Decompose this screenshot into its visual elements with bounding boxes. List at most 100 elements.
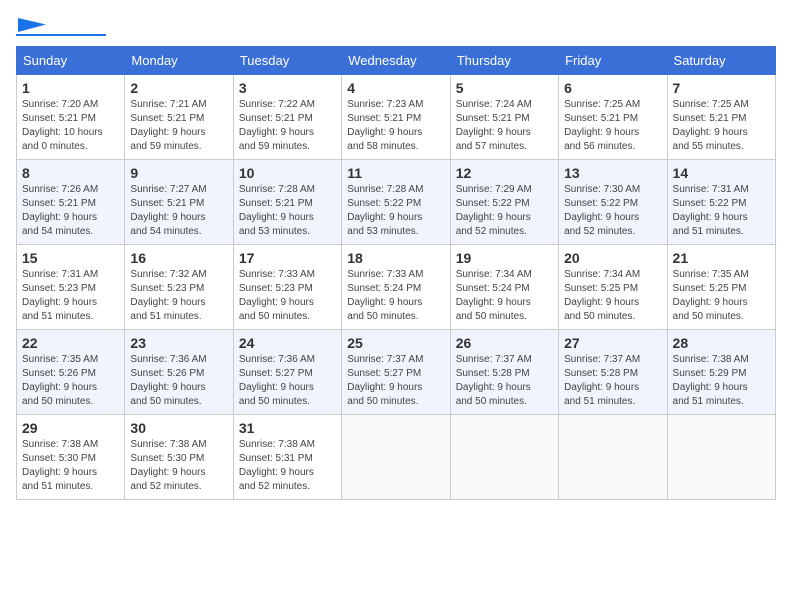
day-info: Sunrise: 7:29 AM Sunset: 5:22 PM Dayligh… (456, 183, 553, 239)
calendar-cell: 9 Sunrise: 7:27 AM Sunset: 5:21 PM Daylig… (125, 160, 233, 245)
calendar-cell (450, 415, 558, 500)
calendar-cell: 3 Sunrise: 7:22 AM Sunset: 5:21 PM Daylig… (233, 75, 341, 160)
calendar-cell: 2 Sunrise: 7:21 AM Sunset: 5:21 PM Daylig… (125, 75, 233, 160)
day-info: Sunrise: 7:36 AM Sunset: 5:27 PM Dayligh… (239, 353, 336, 409)
calendar-cell: 10 Sunrise: 7:28 AM Sunset: 5:21 PM Dayli… (233, 160, 341, 245)
day-number: 3 (239, 80, 336, 96)
day-info: Sunrise: 7:27 AM Sunset: 5:21 PM Dayligh… (130, 183, 227, 239)
day-number: 5 (456, 80, 553, 96)
day-info: Sunrise: 7:36 AM Sunset: 5:26 PM Dayligh… (130, 353, 227, 409)
day-number: 1 (22, 80, 119, 96)
day-number: 20 (564, 250, 661, 266)
day-number: 18 (347, 250, 444, 266)
weekday-header-wednesday: Wednesday (342, 47, 450, 75)
day-number: 11 (347, 165, 444, 181)
day-info: Sunrise: 7:35 AM Sunset: 5:25 PM Dayligh… (673, 268, 770, 324)
calendar-cell (667, 415, 775, 500)
calendar-cell: 28 Sunrise: 7:38 AM Sunset: 5:29 PM Dayli… (667, 330, 775, 415)
calendar-cell: 29 Sunrise: 7:38 AM Sunset: 5:30 PM Dayli… (17, 415, 125, 500)
calendar-cell: 13 Sunrise: 7:30 AM Sunset: 5:22 PM Dayli… (559, 160, 667, 245)
calendar-cell: 14 Sunrise: 7:31 AM Sunset: 5:22 PM Dayli… (667, 160, 775, 245)
day-number: 2 (130, 80, 227, 96)
day-number: 16 (130, 250, 227, 266)
day-info: Sunrise: 7:28 AM Sunset: 5:22 PM Dayligh… (347, 183, 444, 239)
calendar-cell: 30 Sunrise: 7:38 AM Sunset: 5:30 PM Dayli… (125, 415, 233, 500)
day-number: 27 (564, 335, 661, 351)
calendar-cell: 26 Sunrise: 7:37 AM Sunset: 5:28 PM Dayli… (450, 330, 558, 415)
calendar-cell: 15Sunrise: 7:31 AM Sunset: 5:23 PM Dayli… (17, 245, 125, 330)
calendar-cell: 17Sunrise: 7:33 AM Sunset: 5:23 PM Dayli… (233, 245, 341, 330)
day-info: Sunrise: 7:35 AM Sunset: 5:26 PM Dayligh… (22, 353, 119, 409)
day-info: Sunrise: 7:38 AM Sunset: 5:30 PM Dayligh… (130, 438, 227, 494)
calendar-cell: 8Sunrise: 7:26 AM Sunset: 5:21 PM Daylig… (17, 160, 125, 245)
calendar-cell: 27 Sunrise: 7:37 AM Sunset: 5:28 PM Dayli… (559, 330, 667, 415)
logo (16, 16, 106, 36)
day-number: 15 (22, 250, 119, 266)
day-info: Sunrise: 7:25 AM Sunset: 5:21 PM Dayligh… (673, 98, 770, 154)
day-number: 29 (22, 420, 119, 436)
day-info: Sunrise: 7:34 AM Sunset: 5:25 PM Dayligh… (564, 268, 661, 324)
calendar-cell: 23 Sunrise: 7:36 AM Sunset: 5:26 PM Dayli… (125, 330, 233, 415)
day-info: Sunrise: 7:24 AM Sunset: 5:21 PM Dayligh… (456, 98, 553, 154)
calendar-cell: 12 Sunrise: 7:29 AM Sunset: 5:22 PM Dayli… (450, 160, 558, 245)
day-number: 24 (239, 335, 336, 351)
calendar-cell: 20 Sunrise: 7:34 AM Sunset: 5:25 PM Dayli… (559, 245, 667, 330)
day-info: Sunrise: 7:38 AM Sunset: 5:31 PM Dayligh… (239, 438, 336, 494)
calendar-cell: 18 Sunrise: 7:33 AM Sunset: 5:24 PM Dayli… (342, 245, 450, 330)
weekday-header-friday: Friday (559, 47, 667, 75)
day-info: Sunrise: 7:33 AM Sunset: 5:23 PM Dayligh… (239, 268, 336, 324)
day-info: Sunrise: 7:22 AM Sunset: 5:21 PM Dayligh… (239, 98, 336, 154)
day-number: 23 (130, 335, 227, 351)
day-info: Sunrise: 7:37 AM Sunset: 5:27 PM Dayligh… (347, 353, 444, 409)
day-info: Sunrise: 7:31 AM Sunset: 5:22 PM Dayligh… (673, 183, 770, 239)
weekday-header-thursday: Thursday (450, 47, 558, 75)
calendar-cell: 25 Sunrise: 7:37 AM Sunset: 5:27 PM Dayli… (342, 330, 450, 415)
day-info: Sunrise: 7:25 AM Sunset: 5:21 PM Dayligh… (564, 98, 661, 154)
calendar-cell (342, 415, 450, 500)
day-number: 13 (564, 165, 661, 181)
weekday-header-tuesday: Tuesday (233, 47, 341, 75)
day-info: Sunrise: 7:37 AM Sunset: 5:28 PM Dayligh… (456, 353, 553, 409)
day-number: 4 (347, 80, 444, 96)
day-number: 12 (456, 165, 553, 181)
day-number: 21 (673, 250, 770, 266)
calendar-cell: 5 Sunrise: 7:24 AM Sunset: 5:21 PM Daylig… (450, 75, 558, 160)
calendar-cell: 31 Sunrise: 7:38 AM Sunset: 5:31 PM Dayli… (233, 415, 341, 500)
day-number: 26 (456, 335, 553, 351)
calendar-cell: 11 Sunrise: 7:28 AM Sunset: 5:22 PM Dayli… (342, 160, 450, 245)
day-number: 31 (239, 420, 336, 436)
day-number: 28 (673, 335, 770, 351)
day-info: Sunrise: 7:23 AM Sunset: 5:21 PM Dayligh… (347, 98, 444, 154)
day-info: Sunrise: 7:30 AM Sunset: 5:22 PM Dayligh… (564, 183, 661, 239)
calendar-table: SundayMondayTuesdayWednesdayThursdayFrid… (16, 46, 776, 500)
weekday-header-saturday: Saturday (667, 47, 775, 75)
day-number: 30 (130, 420, 227, 436)
day-info: Sunrise: 7:34 AM Sunset: 5:24 PM Dayligh… (456, 268, 553, 324)
calendar-cell: 4 Sunrise: 7:23 AM Sunset: 5:21 PM Daylig… (342, 75, 450, 160)
day-number: 6 (564, 80, 661, 96)
day-number: 10 (239, 165, 336, 181)
calendar-cell: 19 Sunrise: 7:34 AM Sunset: 5:24 PM Dayli… (450, 245, 558, 330)
day-number: 19 (456, 250, 553, 266)
day-info: Sunrise: 7:32 AM Sunset: 5:23 PM Dayligh… (130, 268, 227, 324)
day-number: 25 (347, 335, 444, 351)
day-info: Sunrise: 7:33 AM Sunset: 5:24 PM Dayligh… (347, 268, 444, 324)
day-info: Sunrise: 7:28 AM Sunset: 5:21 PM Dayligh… (239, 183, 336, 239)
day-number: 9 (130, 165, 227, 181)
calendar-cell: 21 Sunrise: 7:35 AM Sunset: 5:25 PM Dayli… (667, 245, 775, 330)
logo-icon (18, 18, 46, 32)
calendar-cell: 6 Sunrise: 7:25 AM Sunset: 5:21 PM Daylig… (559, 75, 667, 160)
calendar-cell: 7Sunrise: 7:25 AM Sunset: 5:21 PM Daylig… (667, 75, 775, 160)
calendar-cell (559, 415, 667, 500)
day-info: Sunrise: 7:38 AM Sunset: 5:29 PM Dayligh… (673, 353, 770, 409)
day-info: Sunrise: 7:38 AM Sunset: 5:30 PM Dayligh… (22, 438, 119, 494)
weekday-header-sunday: Sunday (17, 47, 125, 75)
day-info: Sunrise: 7:21 AM Sunset: 5:21 PM Dayligh… (130, 98, 227, 154)
day-info: Sunrise: 7:20 AM Sunset: 5:21 PM Dayligh… (22, 98, 119, 154)
day-number: 8 (22, 165, 119, 181)
day-number: 22 (22, 335, 119, 351)
day-info: Sunrise: 7:37 AM Sunset: 5:28 PM Dayligh… (564, 353, 661, 409)
calendar-cell: 22 Sunrise: 7:35 AM Sunset: 5:26 PM Dayli… (17, 330, 125, 415)
day-number: 14 (673, 165, 770, 181)
weekday-header-monday: Monday (125, 47, 233, 75)
